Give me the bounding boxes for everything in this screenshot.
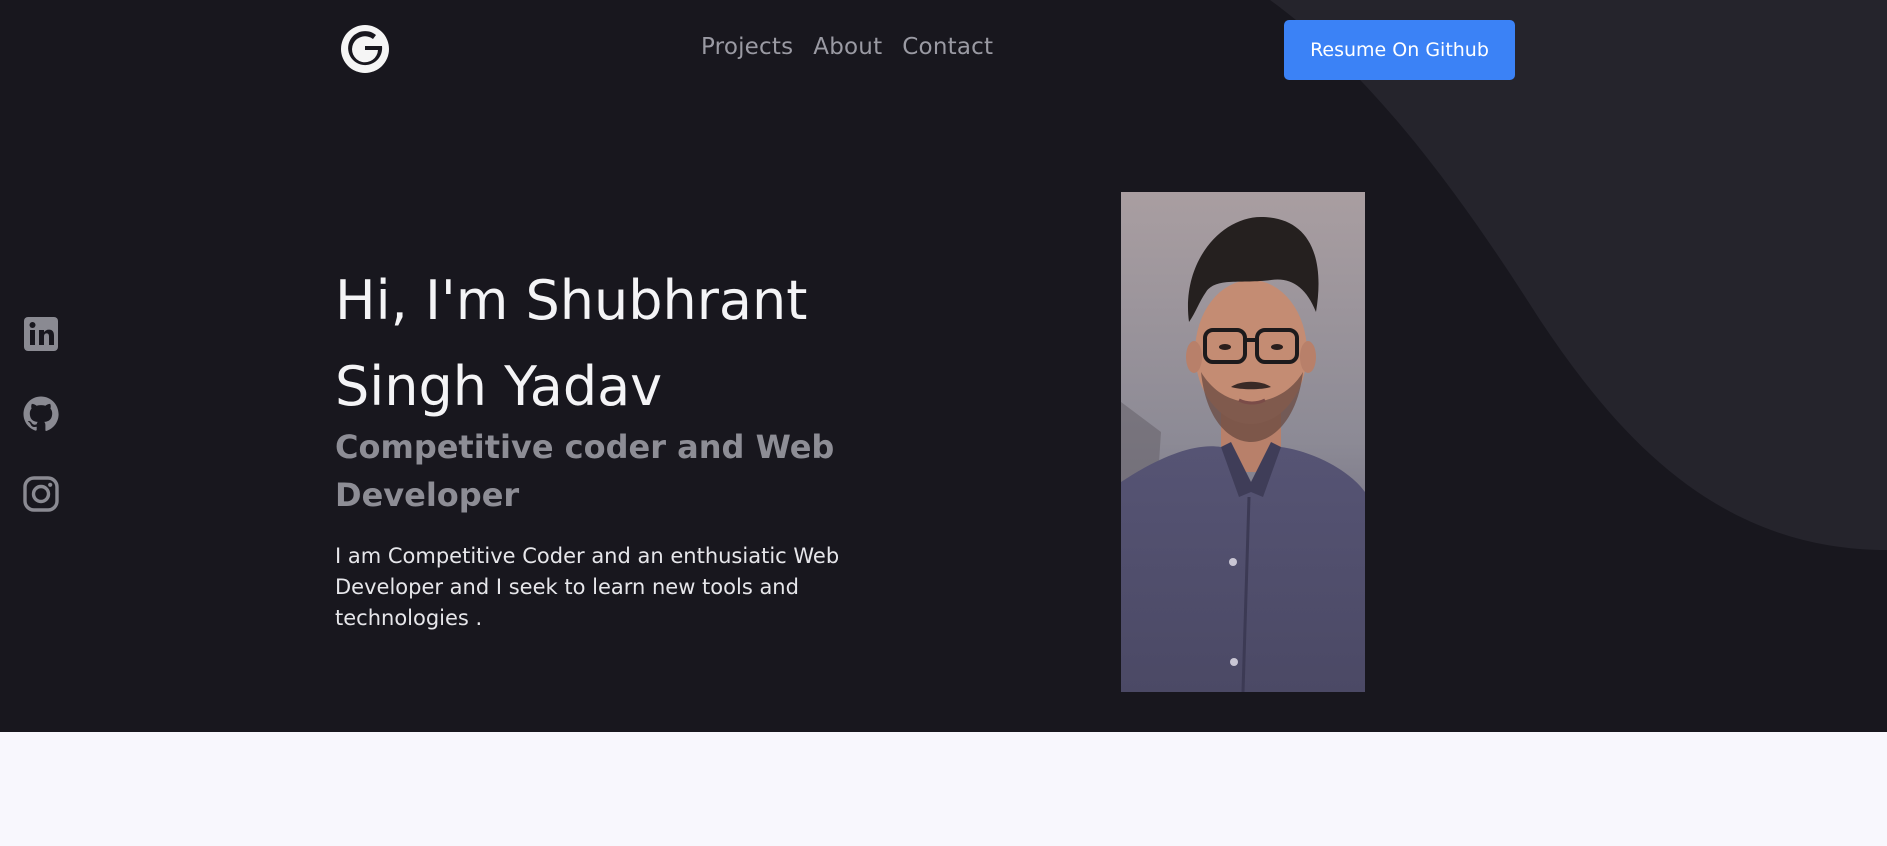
github-icon[interactable] <box>22 395 60 433</box>
site-logo[interactable] <box>341 25 389 73</box>
nav-projects-link[interactable]: Projects <box>701 34 793 60</box>
nav-contact-link[interactable]: Contact <box>902 34 993 60</box>
profile-photo <box>1121 192 1365 692</box>
hero-section: Projects About Contact Resume On Github … <box>0 0 1887 732</box>
background-curve-shape <box>1270 0 1887 550</box>
main-nav: Projects About Contact <box>701 34 993 60</box>
resume-on-github-button[interactable]: Resume On Github <box>1284 20 1515 80</box>
nav-about-link[interactable]: About <box>813 34 882 60</box>
hero-headline: Hi, I'm Shubhrant Singh Yadav <box>335 269 808 418</box>
instagram-icon[interactable] <box>22 475 60 513</box>
hero-description: I am Competitive Coder and an enthusiati… <box>335 544 840 630</box>
linkedin-icon[interactable] <box>22 315 60 353</box>
logo-g-icon <box>348 31 383 66</box>
hero-subtitle: Competitive coder and Web Developer <box>335 428 835 514</box>
